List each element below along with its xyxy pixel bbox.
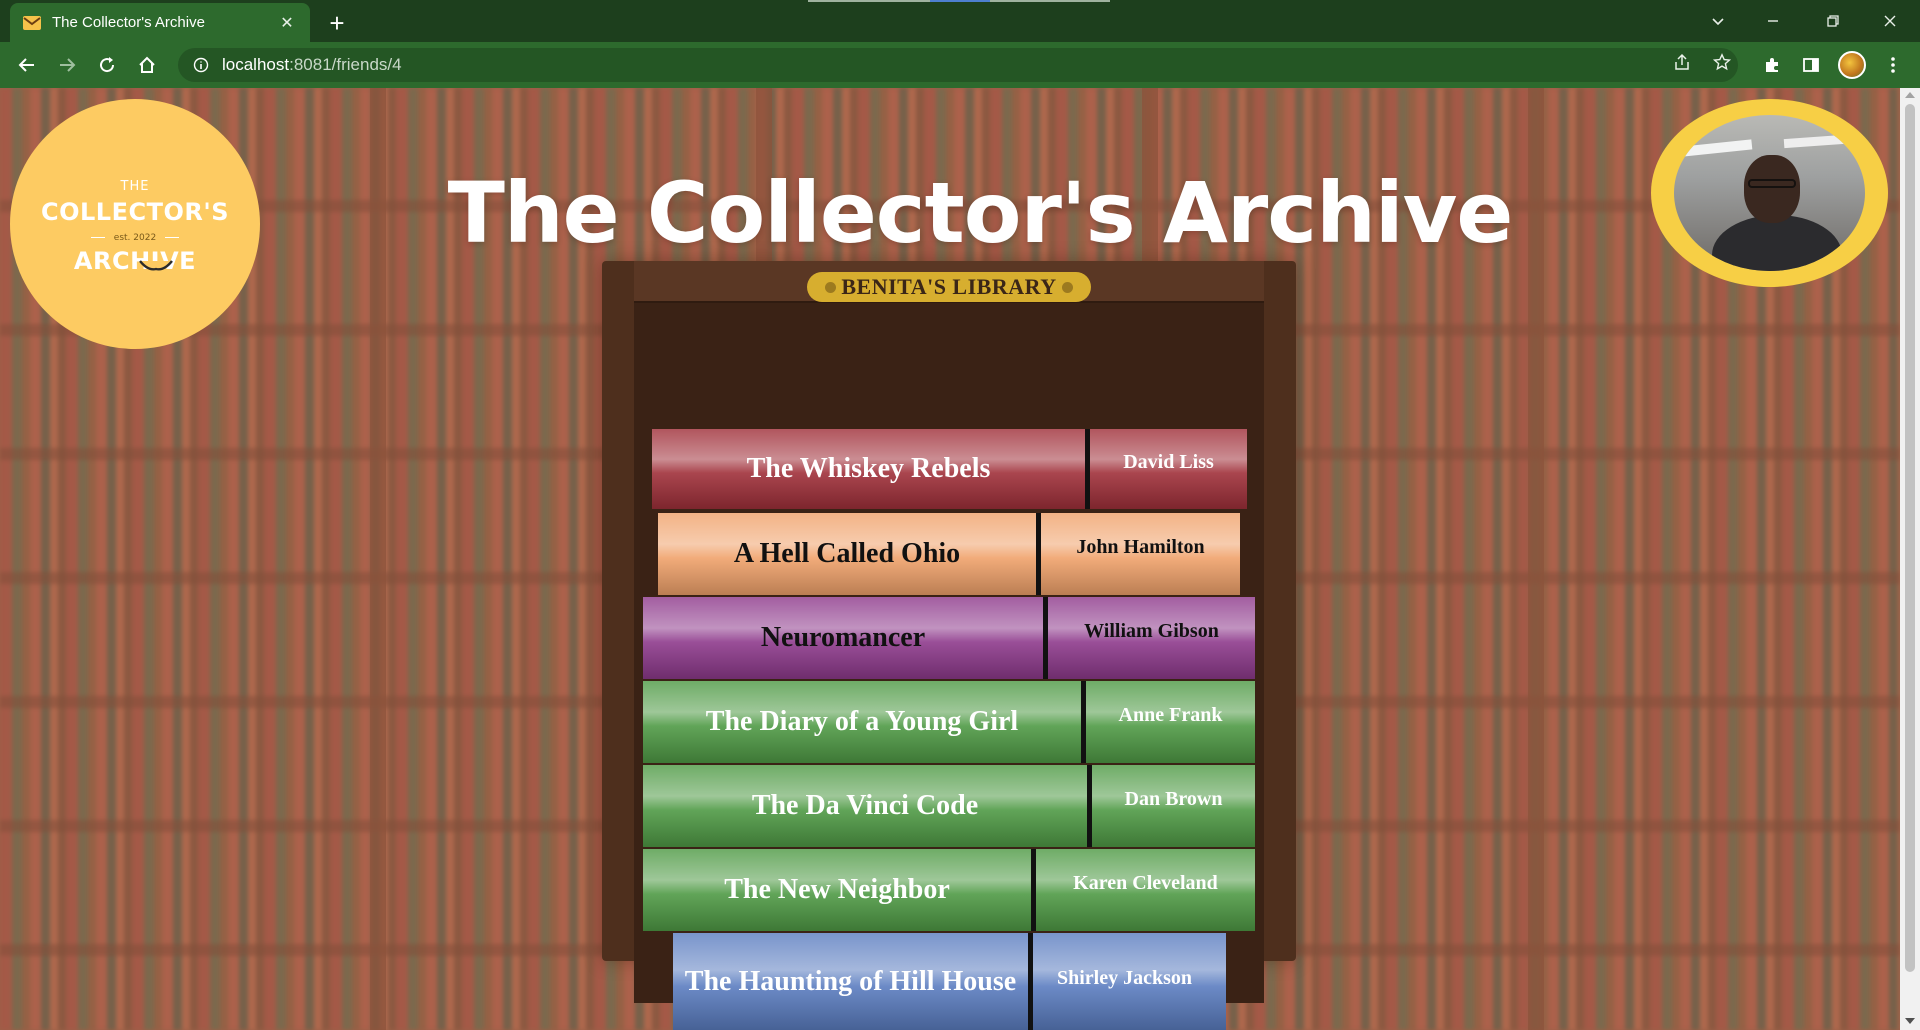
restore-icon[interactable] bbox=[1805, 0, 1861, 42]
address-bar[interactable]: localhost:8081/friends/4 bbox=[178, 48, 1738, 82]
book-title: A Hell Called Ohio bbox=[733, 538, 961, 570]
book-title: The Whiskey Rebels bbox=[746, 453, 991, 485]
scroll-down-arrow-icon[interactable] bbox=[1905, 1018, 1915, 1024]
book-author: Dan Brown bbox=[1124, 787, 1223, 810]
close-tab-icon[interactable]: ✕ bbox=[276, 12, 298, 34]
book-spine[interactable]: The Diary of a Young Girl Anne Frank bbox=[643, 681, 1255, 763]
new-tab-button[interactable]: + bbox=[322, 8, 352, 38]
forward-arrow-icon[interactable] bbox=[52, 50, 82, 80]
side-panel-icon[interactable] bbox=[1796, 50, 1826, 80]
browser-tab[interactable]: The Collector's Archive ✕ bbox=[10, 3, 310, 42]
book-author: John Hamilton bbox=[1076, 535, 1205, 558]
home-icon[interactable] bbox=[132, 50, 162, 80]
book-title: The Da Vinci Code bbox=[751, 790, 979, 822]
more-menu-icon[interactable] bbox=[1878, 50, 1908, 80]
book-spine[interactable]: The Haunting of Hill House Shirley Jackso… bbox=[673, 933, 1226, 1030]
minimize-icon[interactable] bbox=[1745, 0, 1801, 42]
browser-toolbar: localhost:8081/friends/4 bbox=[0, 42, 1920, 88]
reload-icon[interactable] bbox=[92, 50, 122, 80]
book-title: Neuromancer bbox=[760, 622, 926, 654]
book-author: Karen Cleveland bbox=[1073, 871, 1218, 894]
book-spine[interactable]: A Hell Called Ohio John Hamilton bbox=[658, 513, 1240, 595]
book-spine[interactable]: The New Neighbor Karen Cleveland bbox=[643, 849, 1255, 931]
url-text: localhost:8081/friends/4 bbox=[222, 55, 402, 74]
envelope-icon bbox=[22, 13, 42, 33]
book-spine[interactable]: The Da Vinci Code Dan Brown bbox=[643, 765, 1255, 847]
back-arrow-icon[interactable] bbox=[12, 50, 42, 80]
book-author: Shirley Jackson bbox=[1057, 967, 1193, 989]
library-name: BENITA'S LIBRARY bbox=[841, 274, 1057, 299]
close-window-icon[interactable] bbox=[1862, 0, 1918, 42]
scroll-thumb[interactable] bbox=[1905, 104, 1915, 972]
user-avatar[interactable] bbox=[1674, 115, 1865, 271]
site-info-icon[interactable] bbox=[192, 56, 210, 74]
book-title: The Haunting of Hill House bbox=[684, 965, 1017, 997]
bookmark-star-icon[interactable] bbox=[1708, 48, 1736, 76]
tab-title: The Collector's Archive bbox=[52, 14, 205, 31]
page-title: The Collector's Archive bbox=[447, 164, 1514, 262]
book-author: David Liss bbox=[1123, 450, 1214, 473]
profile-avatar-icon[interactable] bbox=[1838, 51, 1866, 79]
book-spine[interactable]: Neuromancer William Gibson bbox=[643, 597, 1255, 679]
library-name-plaque: BENITA'S LIBRARY bbox=[807, 272, 1091, 302]
browser-titlebar: The Collector's Archive ✕ + bbox=[0, 0, 1920, 42]
scroll-up-arrow-icon[interactable] bbox=[1905, 92, 1915, 98]
vertical-scrollbar[interactable] bbox=[1900, 88, 1920, 1030]
book-spine[interactable]: The Whiskey Rebels David Liss bbox=[652, 429, 1247, 509]
book-author: Anne Frank bbox=[1118, 703, 1223, 726]
tab-search-chevron-icon[interactable] bbox=[1690, 0, 1746, 42]
book-title: The Diary of a Young Girl bbox=[705, 706, 1019, 738]
book-title: The New Neighbor bbox=[724, 874, 950, 906]
book-author: William Gibson bbox=[1084, 619, 1219, 642]
share-icon[interactable] bbox=[1668, 48, 1696, 76]
extensions-puzzle-icon[interactable] bbox=[1757, 50, 1787, 80]
top-indicator-accent bbox=[930, 0, 990, 2]
